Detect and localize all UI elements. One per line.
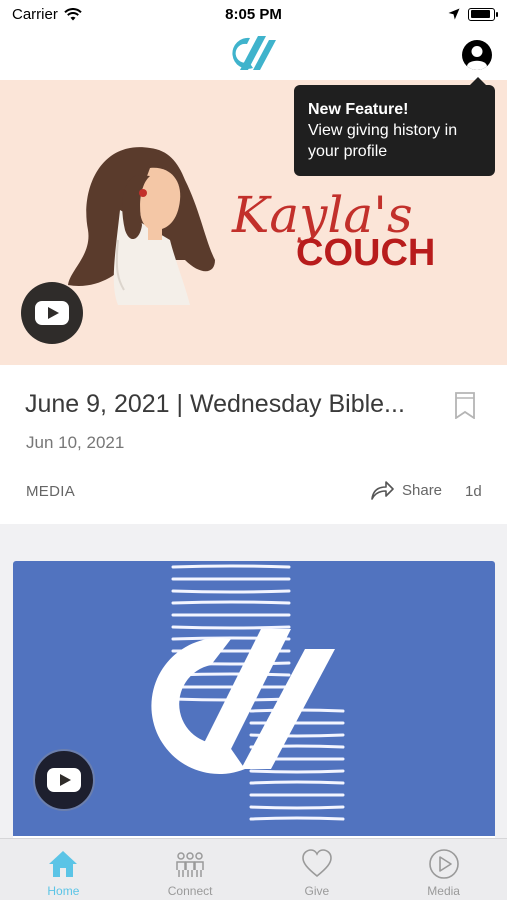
youtube-play-icon xyxy=(35,301,69,325)
stripe-line xyxy=(249,816,345,821)
home-icon xyxy=(49,851,78,877)
bookmark-icon[interactable] xyxy=(455,392,475,419)
card-category: MEDIA xyxy=(26,483,76,500)
media-card[interactable] xyxy=(13,561,495,841)
stripe-line xyxy=(249,780,345,785)
stripe-line xyxy=(171,625,291,630)
tab-give[interactable]: Give xyxy=(254,839,381,900)
tab-media[interactable]: Media xyxy=(380,839,507,900)
blue-logo-banner[interactable] xyxy=(13,561,495,836)
tab-label: Media xyxy=(427,884,460,898)
tab-label: Give xyxy=(304,884,330,898)
battery-level xyxy=(470,10,491,18)
stripe-line xyxy=(171,589,291,594)
tooltip-body: View giving history in your profile xyxy=(308,122,458,160)
battery-icon xyxy=(468,7,498,21)
tab-label: Connect xyxy=(167,884,213,898)
wifi-icon xyxy=(64,7,82,20)
app-screen: Carrier 8:05 PM Kayla's COUCH June 9, 20… xyxy=(0,0,507,900)
tab-label: Home xyxy=(47,884,80,898)
card-title[interactable]: June 9, 2021 | Wednesday Bible... xyxy=(25,390,415,419)
card-date: Jun 10, 2021 xyxy=(26,433,125,452)
share-label: Share xyxy=(402,481,443,499)
banner-heading-text: COUCH xyxy=(296,232,435,274)
status-right xyxy=(448,7,498,21)
status-bar: Carrier 8:05 PM xyxy=(0,0,507,28)
location-arrow-icon xyxy=(448,8,460,20)
tab-connect[interactable]: Connect xyxy=(127,839,254,900)
new-feature-tooltip[interactable]: New Feature! View giving history in your… xyxy=(294,77,495,176)
play-circle-icon xyxy=(428,849,459,879)
church-logo-icon[interactable] xyxy=(231,32,277,74)
profile-button[interactable] xyxy=(462,40,492,70)
people-icon xyxy=(176,852,204,877)
stripe-line xyxy=(249,805,345,810)
share-arrow-icon xyxy=(371,481,394,500)
youtube-play-icon xyxy=(47,768,81,792)
stripe-line xyxy=(171,564,291,569)
youtube-play-button[interactable] xyxy=(21,282,83,344)
stripe-line xyxy=(171,600,291,605)
tab-bar: Home Connect Give Media xyxy=(0,838,507,900)
nav-bar xyxy=(0,28,507,80)
tooltip-title: New Feature! xyxy=(308,101,409,118)
share-button[interactable]: Share xyxy=(370,479,442,501)
stripe-line xyxy=(249,769,345,774)
profile-icon xyxy=(467,46,487,70)
heart-icon xyxy=(302,849,332,878)
tab-home[interactable]: Home xyxy=(0,839,127,900)
carrier-label: Carrier xyxy=(12,5,58,23)
status-left: Carrier xyxy=(12,6,82,23)
card-age: 1d xyxy=(465,483,482,500)
youtube-play-button[interactable] xyxy=(33,749,95,811)
